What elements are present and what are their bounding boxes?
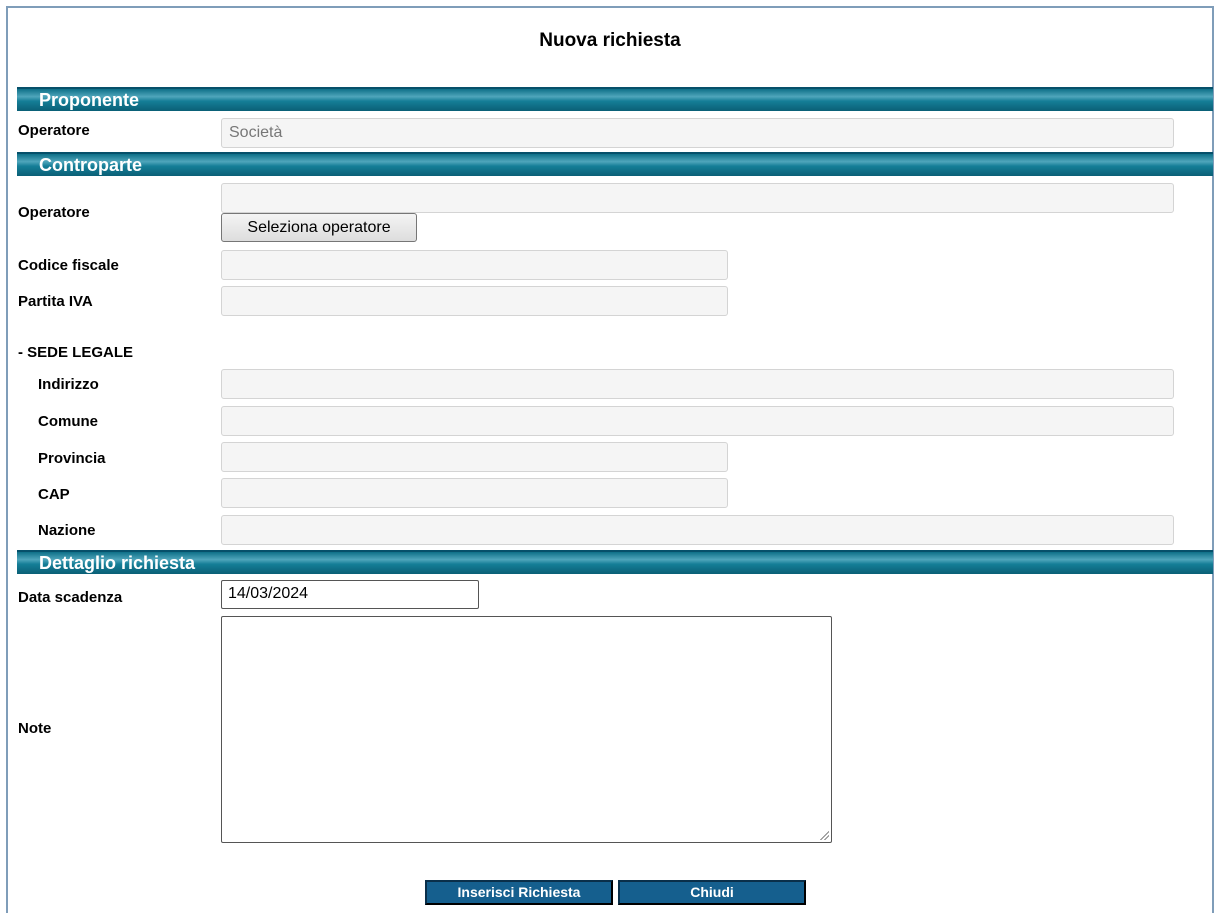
- indirizzo-label: Indirizzo: [38, 376, 99, 393]
- provincia-label: Provincia: [38, 450, 106, 467]
- nazione-label: Nazione: [38, 522, 96, 539]
- controparte-operatore-field: [221, 183, 1174, 213]
- provincia-field: [221, 442, 728, 472]
- note-textarea[interactable]: [221, 616, 832, 843]
- section-title: Proponente: [39, 90, 140, 110]
- section-header-proponente: Proponente: [17, 87, 1213, 111]
- codice-fiscale-label: Codice fiscale: [18, 257, 119, 274]
- section-title: Controparte: [39, 155, 142, 175]
- operatore-label: Operatore: [18, 122, 90, 139]
- operatore-label: Operatore: [18, 204, 90, 221]
- page-title: Nuova richiesta: [539, 30, 681, 51]
- comune-field: [221, 406, 1174, 436]
- select-operator-button[interactable]: Seleziona operatore: [221, 213, 417, 242]
- section-header-controparte: Controparte: [17, 152, 1213, 176]
- insert-request-button[interactable]: Inserisci Richiesta: [425, 880, 613, 905]
- comune-label: Comune: [38, 413, 98, 430]
- partita-iva-field: [221, 286, 728, 316]
- data-scadenza-input[interactable]: 14/03/2024: [221, 580, 479, 609]
- partita-iva-label: Partita IVA: [18, 293, 93, 310]
- codice-fiscale-field: [221, 250, 728, 280]
- sede-legale-label: - SEDE LEGALE: [18, 344, 134, 361]
- resize-grip-icon[interactable]: [819, 830, 829, 840]
- section-title: Dettaglio richiesta: [39, 553, 196, 573]
- section-header-dettaglio: Dettaglio richiesta: [17, 550, 1213, 574]
- cap-field: [221, 478, 728, 508]
- nazione-field: [221, 515, 1174, 545]
- proponente-operatore-field: Società: [221, 118, 1174, 148]
- close-button[interactable]: Chiudi: [618, 880, 806, 905]
- note-label: Note: [18, 720, 52, 737]
- cap-label: CAP: [38, 486, 70, 503]
- indirizzo-field: [221, 369, 1174, 399]
- data-scadenza-label: Data scadenza: [18, 589, 123, 606]
